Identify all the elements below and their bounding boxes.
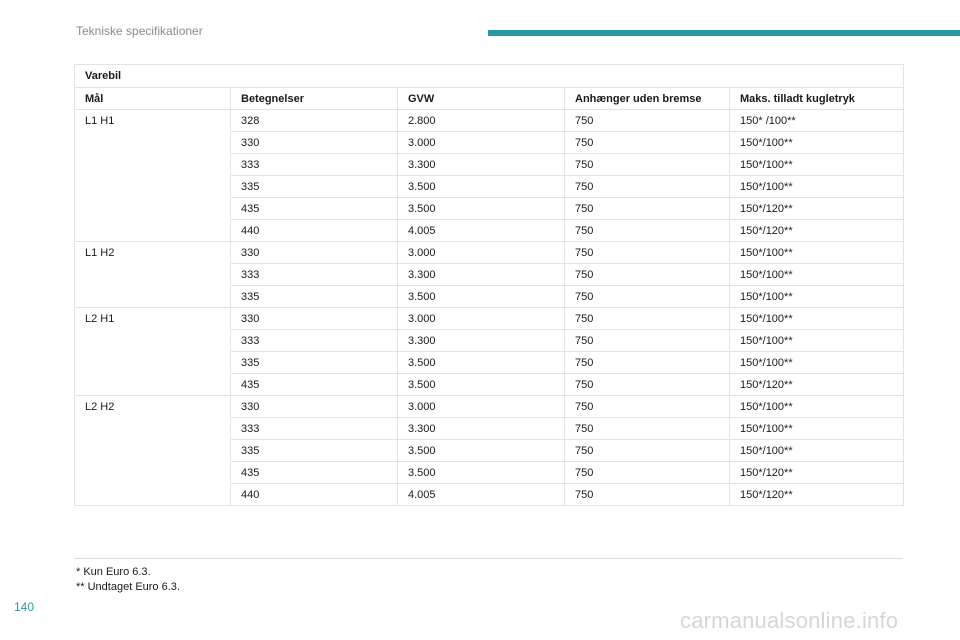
group-label: L1 H1 [74,109,231,242]
table-cell: 333 [230,329,398,352]
footnotes: * Kun Euro 6.3. ** Undtaget Euro 6.3. [76,565,180,595]
table-cell: 150*/100** [728,285,905,308]
column-header: Mål [74,87,231,110]
table-cell: 3.000 [397,131,565,154]
table-cell: 3.300 [397,153,565,176]
table-cell: 4.005 [397,483,565,506]
table-cell: 750 [564,373,730,396]
table-cell: 150*/100** [728,307,905,330]
table-cell: 150*/120** [728,197,905,220]
table-cell: 330 [230,395,398,418]
table-cell: 150*/100** [728,439,905,462]
table-cell: 333 [230,153,398,176]
table-cell: 150*/100** [728,351,905,374]
table-cell: 3.300 [397,329,565,352]
footnote: ** Undtaget Euro 6.3. [76,581,180,593]
table-cell: 3.300 [397,417,565,440]
table-cell: 150* /100** [728,109,905,132]
table-cell: 750 [564,395,730,418]
table-cell: 750 [564,351,730,374]
column-header: Maks. tilladt kugletryk [728,87,905,110]
table-cell: 3.500 [397,461,565,484]
table-cell: 3.500 [397,197,565,220]
table-cell: 440 [230,483,398,506]
table-cell: 150*/100** [728,241,905,264]
table-cell: 150*/100** [728,175,905,198]
table-cell: 750 [564,153,730,176]
group-label: L1 H2 [74,241,231,308]
table-cell: 435 [230,461,398,484]
table-cell: 335 [230,351,398,374]
table-cell: 435 [230,197,398,220]
table-row: L1 H1 328 2.800 750 150* /100** [74,109,905,242]
watermark: carmanualsonline.info [680,608,899,633]
table-cell: 750 [564,131,730,154]
table-row: L2 H2 330 3.000 750 150*/100** [74,395,905,506]
page-section-title: Tekniske specifikationer [76,24,203,38]
group-label: L2 H1 [74,307,231,396]
table-cell: 3.000 [397,307,565,330]
table-cell: 3.500 [397,351,565,374]
table-cell: 150*/100** [728,395,905,418]
table-cell: 3.000 [397,395,565,418]
table-cell: 750 [564,263,730,286]
table-cell: 435 [230,373,398,396]
table-cell: 750 [564,307,730,330]
table-cell: 750 [564,417,730,440]
table-cell: 333 [230,263,398,286]
table-cell: 333 [230,417,398,440]
table-cell: 3.500 [397,439,565,462]
page-number: 140 [14,600,35,614]
table-cell: 3.500 [397,285,565,308]
table-row: L1 H2 330 3.000 750 150*/100** [74,241,905,308]
table-cell: 150*/100** [728,329,905,352]
table-cell: 750 [564,175,730,198]
table-row: L2 H1 330 3.000 750 150*/100** [74,307,905,396]
group-label: L2 H2 [74,395,231,506]
header-accent-bar [488,30,960,36]
specifications-table: Varebil Mål Betegnelser GVW Anhænger uden b… [73,64,905,506]
column-header: Betegnelser [230,87,398,110]
table-cell: 750 [564,483,730,506]
table-cell: 3.300 [397,263,565,286]
table-cell: 150*/100** [728,417,905,440]
table-cell: 440 [230,219,398,242]
table-cell: 750 [564,329,730,352]
table-cell: 150*/100** [728,153,905,176]
table-cell: 150*/120** [728,373,905,396]
table-cell: 3.000 [397,241,565,264]
table-cell: 750 [564,197,730,220]
table-cell: 330 [230,241,398,264]
table-cell: 2.800 [397,109,565,132]
table-cell: 335 [230,175,398,198]
table-section-label: Varebil [73,64,905,88]
table-cell: 750 [564,285,730,308]
table-cell: 150*/120** [728,461,905,484]
table-cell: 330 [230,131,398,154]
footnote: * Kun Euro 6.3. [76,566,151,578]
table-cell: 3.500 [397,373,565,396]
table-cell: 330 [230,307,398,330]
table-cell: 750 [564,219,730,242]
table-cell: 750 [564,439,730,462]
table-cell: 3.500 [397,175,565,198]
footnote-divider [74,558,903,559]
table-cell: 328 [230,109,398,132]
table-cell: 750 [564,241,730,264]
table-cell: 750 [564,109,730,132]
table-cell: 335 [230,285,398,308]
table-cell: 150*/100** [728,131,905,154]
column-header: Anhænger uden bremse [564,87,730,110]
table-cell: 4.005 [397,219,565,242]
table-cell: 335 [230,439,398,462]
table-cell: 150*/120** [728,219,905,242]
column-header: GVW [397,87,565,110]
table-cell: 150*/120** [728,483,905,506]
table-cell: 750 [564,461,730,484]
table-cell: 150*/100** [728,263,905,286]
